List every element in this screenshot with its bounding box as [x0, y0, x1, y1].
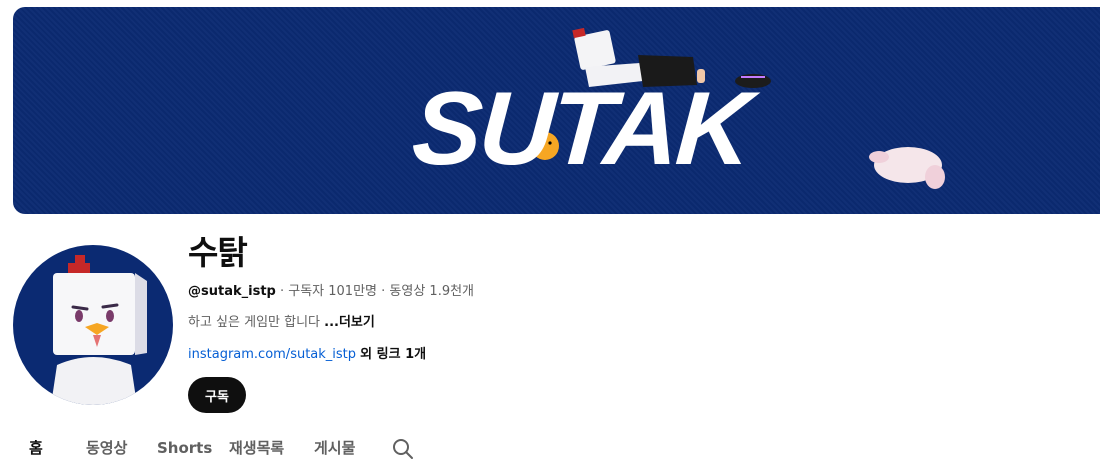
channel-links: instagram.com/sutak_istp 외 링크 1개: [188, 346, 426, 364]
search-icon[interactable]: [392, 438, 414, 460]
channel-description[interactable]: 하고 싶은 게임만 합니다 ...더보기: [188, 314, 375, 332]
subscribe-button[interactable]: 구독: [188, 377, 246, 413]
description-text: 하고 싶은 게임만 합니다: [188, 315, 320, 330]
tab-playlists[interactable]: 재생목록: [229, 436, 284, 461]
more-button[interactable]: ...더보기: [324, 315, 375, 330]
bunny-art: [869, 147, 945, 189]
meta-separator: ·: [275, 284, 289, 299]
channel-meta: @sutak_istp · 구독자 101만명 · 동영상 1.9천개: [188, 283, 474, 301]
channel-banner: SUTAK: [13, 7, 1100, 214]
tab-videos[interactable]: 동영상: [86, 436, 127, 461]
tab-home[interactable]: 홈: [29, 436, 43, 461]
instagram-link[interactable]: instagram.com/sutak_istp: [188, 347, 356, 362]
chicken-avatar-art: [51, 255, 147, 405]
banner-title: SUTAK: [408, 71, 753, 187]
channel-name: 수탉: [188, 233, 248, 272]
subscriber-count: 구독자 101만명: [288, 284, 377, 299]
video-count: 동영상 1.9천개: [389, 284, 475, 299]
tab-shorts[interactable]: Shorts: [157, 436, 212, 461]
channel-handle: @sutak_istp: [188, 284, 276, 299]
meta-separator: ·: [377, 284, 390, 299]
tab-posts[interactable]: 게시물: [314, 436, 355, 461]
extra-links-button[interactable]: 외 링크 1개: [360, 347, 426, 362]
channel-avatar[interactable]: [13, 245, 173, 405]
channel-tabs: 홈 동영상 Shorts 재생목록 게시물: [0, 436, 1100, 461]
